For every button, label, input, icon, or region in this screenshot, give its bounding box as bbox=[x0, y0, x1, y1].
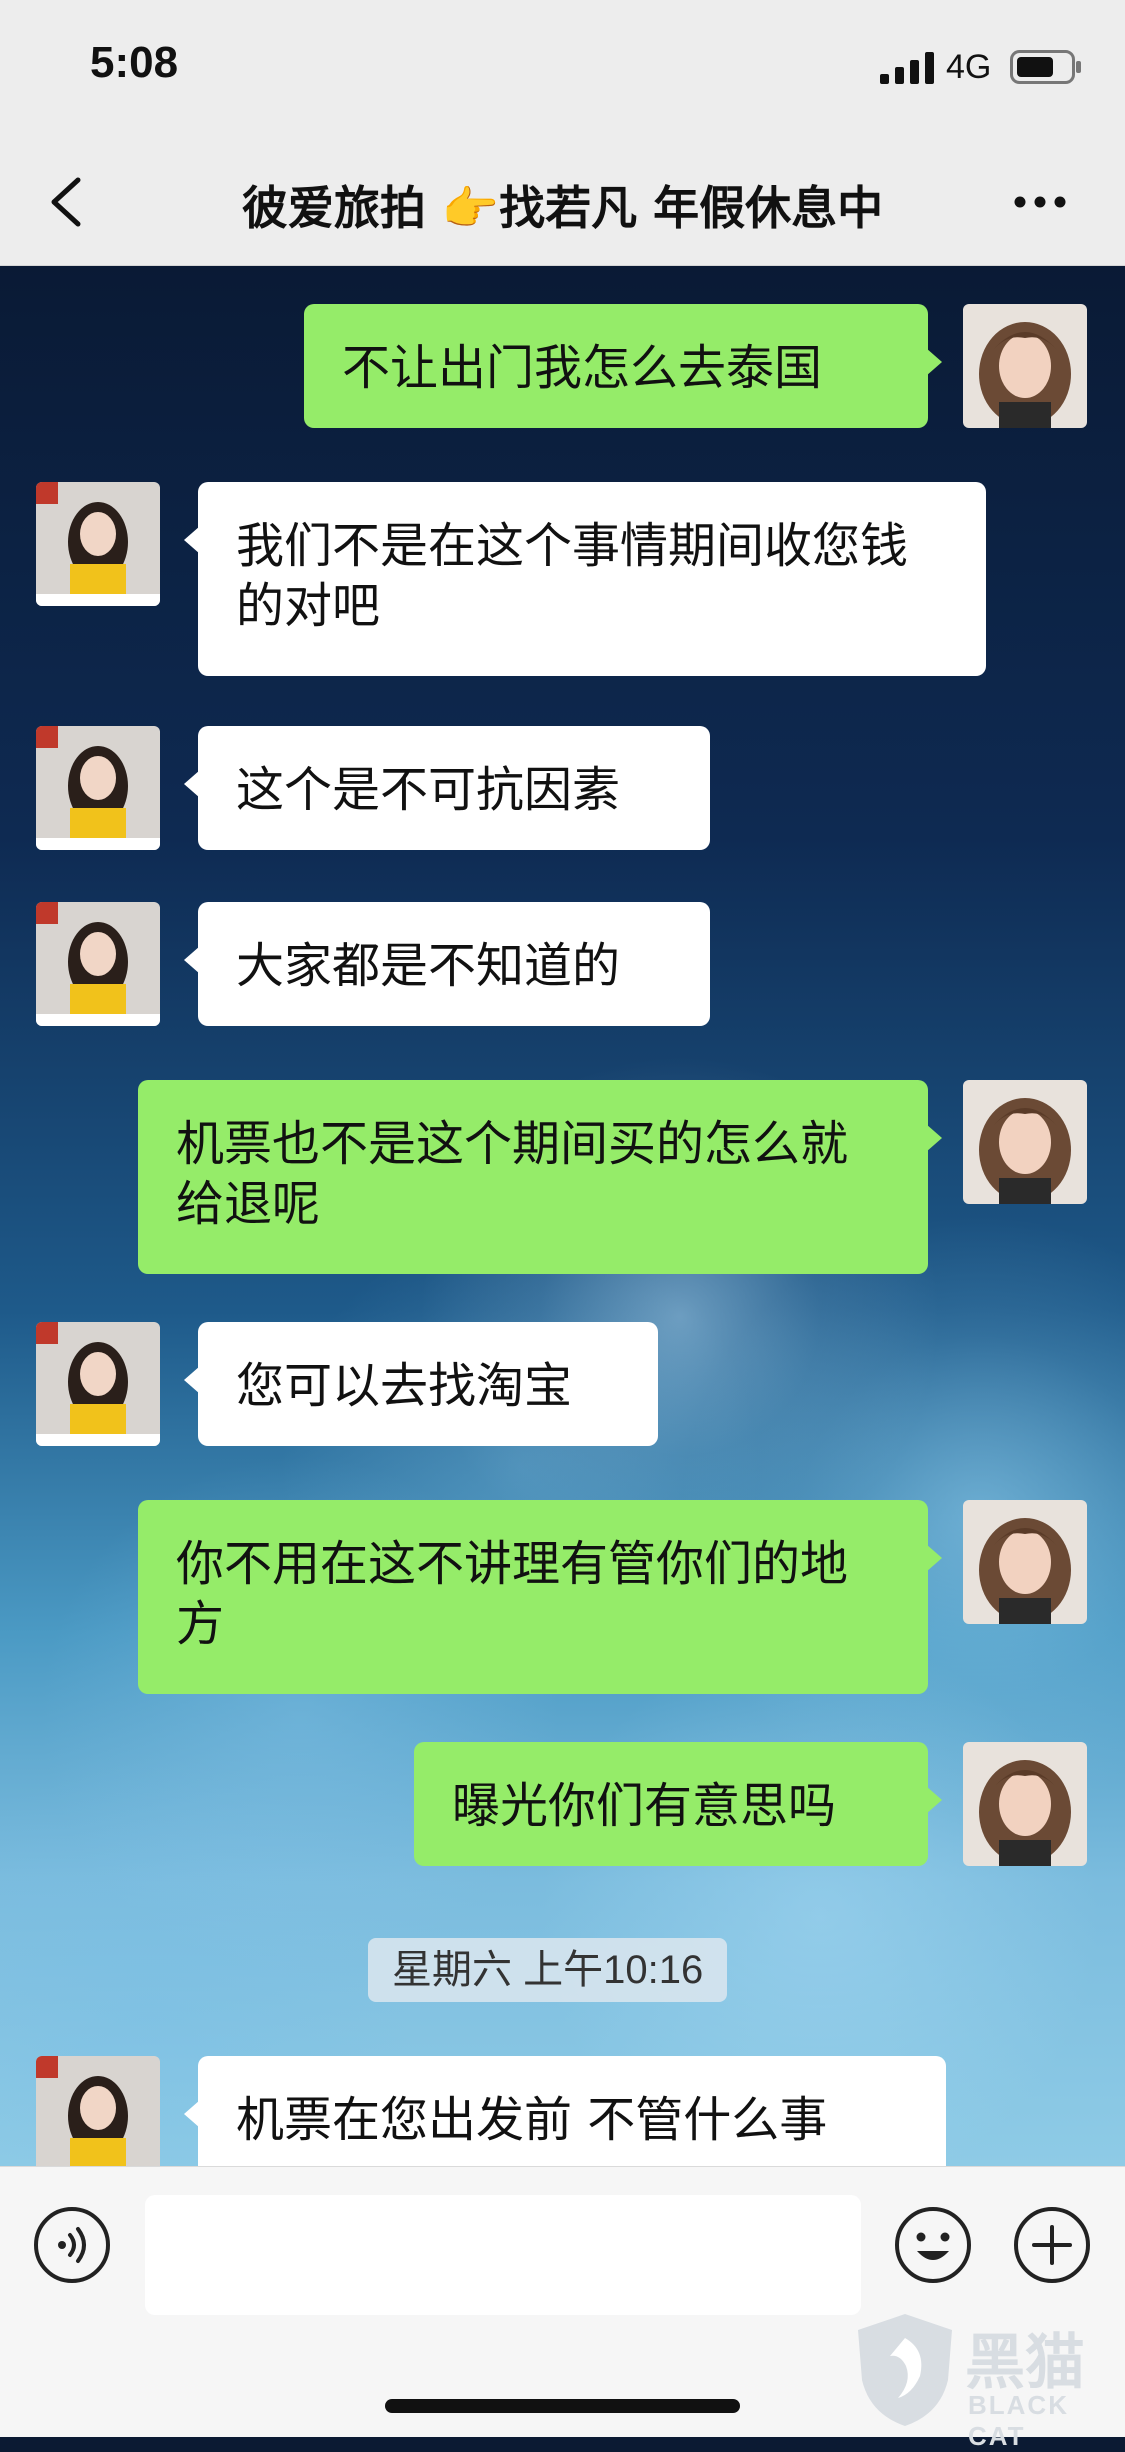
avatar-self[interactable] bbox=[963, 1742, 1087, 1866]
avatar-agent[interactable] bbox=[36, 902, 160, 1026]
avatar-self[interactable] bbox=[963, 1500, 1087, 1624]
emoji-icon[interactable] bbox=[893, 2205, 973, 2285]
message-bubble-out[interactable]: 机票也不是这个期间买的怎么就给退呢 bbox=[138, 1080, 942, 1274]
back-icon[interactable] bbox=[40, 170, 100, 234]
message-bubble-in[interactable]: 大家都是不知道的 bbox=[184, 902, 710, 1026]
avatar-agent[interactable] bbox=[36, 726, 160, 850]
message-bubble-in[interactable]: 您可以去找淘宝 bbox=[184, 1322, 658, 1446]
chat-title: 彼爱旅拍 👉找若凡 年假休息中 bbox=[241, 181, 884, 235]
message-bubble-out[interactable]: 曝光你们有意思吗 bbox=[414, 1742, 942, 1866]
avatar-agent[interactable] bbox=[36, 482, 160, 606]
cat-shield-icon bbox=[858, 2314, 952, 2426]
message-bubble-in[interactable]: 我们不是在这个事情期间收您钱的对吧 bbox=[184, 482, 986, 676]
home-indicator[interactable] bbox=[385, 2399, 740, 2413]
nav-bar: 彼爱旅拍 👉找若凡 年假休息中 bbox=[0, 140, 1125, 266]
avatar-self[interactable] bbox=[963, 304, 1087, 428]
message-bubble-in[interactable]: 这个是不可抗因素 bbox=[184, 726, 710, 850]
message-bubble-out[interactable]: 你不用在这不讲理有管你们的地方 bbox=[138, 1500, 942, 1694]
status-time: 5:08 bbox=[90, 38, 179, 87]
signal-icon bbox=[880, 52, 934, 84]
network-label: 4G bbox=[946, 48, 992, 86]
more-icon[interactable] bbox=[1010, 180, 1070, 224]
watermark-sub: BLACK CAT bbox=[968, 2390, 1069, 2451]
avatar-self[interactable] bbox=[963, 1080, 1087, 1204]
voice-icon[interactable] bbox=[32, 2205, 112, 2285]
battery-icon bbox=[1010, 50, 1081, 84]
watermark-main: 黑猫 bbox=[965, 2328, 1085, 2398]
chat-area[interactable]: 不让出门我怎么去泰国 我们不是在这个事情期间收您钱的对吧 这个是不可抗因素 大家… bbox=[0, 266, 1125, 2166]
status-bar: 5:08 4G bbox=[0, 0, 1125, 140]
timestamp-label: 星期六 上午10:16 bbox=[368, 1938, 728, 2002]
blackcat-watermark: 黑猫 BLACK CAT bbox=[850, 2310, 1120, 2451]
avatar-agent[interactable] bbox=[36, 2056, 160, 2166]
message-input[interactable] bbox=[145, 2195, 861, 2315]
avatar-agent[interactable] bbox=[36, 1322, 160, 1446]
plus-icon[interactable] bbox=[1012, 2205, 1092, 2285]
message-bubble-in[interactable]: 机票在您出发前 不管什么事 bbox=[184, 2056, 946, 2166]
message-bubble-out[interactable]: 不让出门我怎么去泰国 bbox=[304, 304, 942, 428]
